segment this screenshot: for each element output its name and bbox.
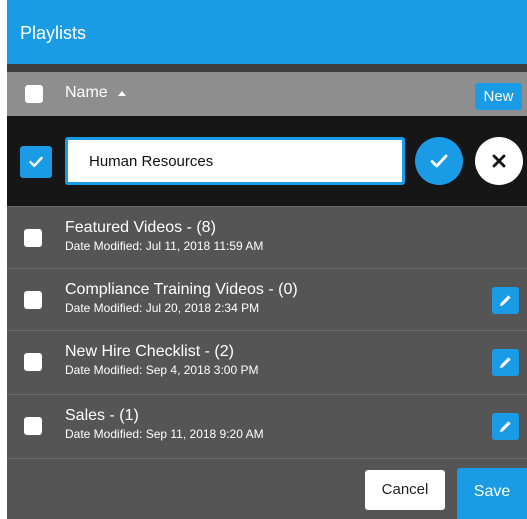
edit-row-checkbox[interactable] [20, 146, 52, 178]
playlist-checkbox[interactable] [24, 417, 42, 435]
save-button[interactable]: Save [457, 468, 527, 519]
playlist-name-input[interactable] [65, 137, 405, 185]
playlist-title: Sales - (1) [65, 407, 139, 424]
playlist-date-modified: Date Modified: Sep 11, 2018 9:20 AM [65, 427, 264, 441]
confirm-name-button[interactable] [415, 137, 463, 185]
edit-playlist-button[interactable] [492, 349, 519, 376]
new-playlist-button[interactable]: New [475, 83, 522, 110]
playlist-row[interactable]: Compliance Training Videos - (0) Date Mo… [7, 268, 527, 330]
check-icon [430, 154, 448, 168]
edit-playlist-button[interactable] [492, 413, 519, 440]
list-header: Name New [7, 72, 527, 116]
playlist-title: Compliance Training Videos - (0) [65, 281, 298, 298]
pencil-icon [500, 295, 511, 306]
new-playlist-edit-row [7, 116, 527, 206]
checkmark-icon [29, 156, 43, 167]
dialog-title-bar: Playlists [7, 0, 527, 64]
playlist-checkbox[interactable] [24, 229, 42, 247]
pencil-icon [500, 421, 511, 432]
playlist-row[interactable]: Featured Videos - (8) Date Modified: Jul… [7, 206, 527, 268]
pencil-icon [500, 357, 511, 368]
name-column-header[interactable]: Name [65, 84, 108, 102]
title-divider [7, 64, 527, 72]
edit-playlist-button[interactable] [492, 287, 519, 314]
playlists-dialog: Playlists Name New Featured Videos - (8) [7, 0, 527, 519]
playlist-checkbox[interactable] [24, 353, 42, 371]
close-icon [492, 154, 506, 168]
playlist-date-modified: Date Modified: Sep 4, 2018 3:00 PM [65, 363, 259, 377]
playlist-checkbox[interactable] [24, 291, 42, 309]
cancel-button[interactable]: Cancel [365, 470, 445, 510]
select-all-checkbox[interactable] [25, 85, 43, 103]
dialog-footer: Cancel Save [7, 458, 527, 519]
playlist-date-modified: Date Modified: Jul 20, 2018 2:34 PM [65, 301, 260, 315]
dialog-title: Playlists [20, 23, 87, 43]
sort-ascending-icon[interactable] [118, 91, 126, 96]
cancel-name-button[interactable] [475, 137, 523, 185]
playlist-title: New Hire Checklist - (2) [65, 343, 234, 360]
playlist-date-modified: Date Modified: Jul 11, 2018 11:59 AM [65, 239, 264, 253]
playlist-title: Featured Videos - (8) [65, 219, 216, 236]
playlist-row[interactable]: New Hire Checklist - (2) Date Modified: … [7, 330, 527, 392]
playlist-row[interactable]: Sales - (1) Date Modified: Sep 11, 2018 … [7, 394, 527, 456]
